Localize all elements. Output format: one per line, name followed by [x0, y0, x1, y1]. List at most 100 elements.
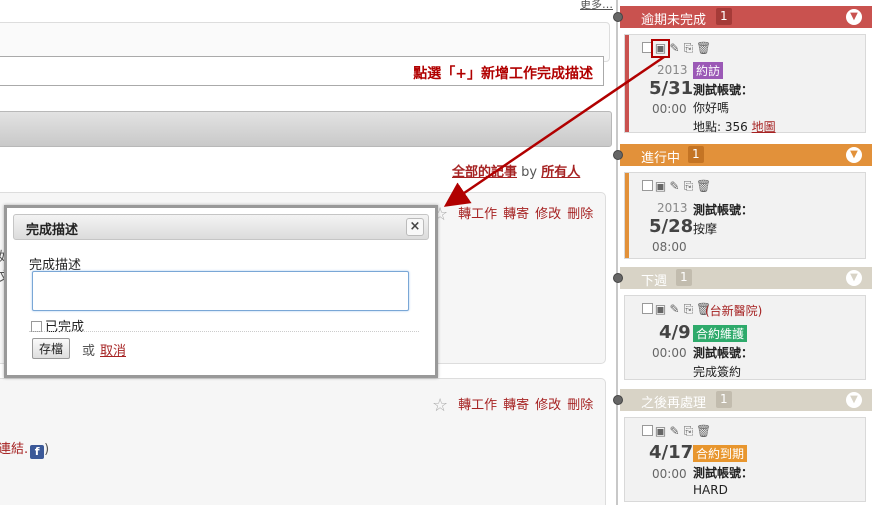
section-title: 之後再處理: [641, 396, 707, 411]
close-paren: ): [44, 442, 50, 457]
event-text: HARD: [693, 483, 728, 497]
event-time: 00:00: [652, 467, 687, 481]
instruction-box: 點選「+」新增工作完成描述: [0, 56, 604, 86]
event-tag: 合約到期: [693, 445, 748, 462]
add-note-icon[interactable]: ▣: [654, 425, 667, 438]
or-text: 或: [82, 344, 96, 359]
star-icon[interactable]: ☆: [432, 395, 448, 416]
forward-task-link[interactable]: 轉工作: [458, 398, 497, 413]
link-text[interactable]: 連結.: [0, 442, 28, 457]
add-note-icon[interactable]: ▣: [651, 39, 670, 58]
dialog-titlebar: 完成描述 ×: [13, 214, 429, 240]
event-tag: 約訪: [693, 62, 724, 79]
event-location: 地點: 356 地圖: [693, 118, 776, 135]
map-link[interactable]: 地圖: [752, 120, 776, 134]
event-checkbox[interactable]: [642, 303, 653, 314]
timeline-line: [616, 0, 618, 505]
copy-icon[interactable]: ⎘: [682, 303, 695, 316]
event-account: 測試帳號：: [693, 346, 754, 360]
instruction-text: 點選「+」新增工作完成描述: [413, 66, 593, 82]
timeline-pin-icon: [613, 273, 623, 283]
edit-icon[interactable]: ✎: [668, 180, 681, 193]
everyone-link[interactable]: 所有人: [541, 165, 580, 180]
delete-link[interactable]: 刪除: [567, 398, 593, 413]
section-count: 1: [676, 269, 692, 286]
done-checkbox-row: 已完成: [31, 316, 84, 335]
event-account: 測試帳號：: [693, 203, 754, 217]
completion-textarea[interactable]: [32, 271, 409, 311]
trash-icon[interactable]: 🗑: [696, 425, 711, 438]
trash-icon[interactable]: 🗑: [696, 42, 711, 55]
cancel-link[interactable]: 取消: [100, 340, 126, 359]
completion-dialog: 完成描述 × 完成描述 已完成 存檔 或 取消: [4, 205, 438, 378]
event-card: ▣ ✎ ⎘ 🗑 2013 5/28 08:00 測試帳號： 按摩: [624, 172, 866, 259]
timeline-pin-icon: [613, 12, 623, 22]
add-note-icon[interactable]: ▣: [654, 303, 667, 316]
event-year: 2013: [657, 201, 688, 215]
event-card: ▣ ✎ ⎘ 🗑 2013 5/31 00:00 約訪 測試帳號： 你好嗎 地點: 35…: [624, 34, 866, 135]
event-year: 2013: [657, 63, 688, 77]
delete-link[interactable]: 刪除: [567, 207, 593, 222]
event-tools: ▣ ✎ ⎘ 🗑: [642, 424, 711, 438]
event-time: 00:00: [652, 346, 687, 360]
close-icon[interactable]: ×: [406, 218, 424, 236]
edit-icon[interactable]: ✎: [668, 42, 681, 55]
event-text: 完成簽約: [693, 365, 742, 379]
edit-icon[interactable]: ✎: [668, 425, 681, 438]
entry-actions: ☆ 轉工作 轉寄 修改 刪除: [432, 394, 593, 416]
add-note-icon[interactable]: ▣: [654, 180, 667, 193]
event-checkbox[interactable]: [642, 425, 653, 436]
trash-icon[interactable]: 🗑: [696, 180, 711, 193]
event-date: 5/28: [649, 216, 694, 237]
timeline-pin-icon: [613, 150, 623, 160]
copy-icon[interactable]: ⎘: [682, 42, 695, 55]
event-tag: 合約維護: [693, 325, 748, 342]
event-checkbox[interactable]: [642, 180, 653, 191]
event-date: 4/17: [649, 442, 694, 463]
chevron-down-icon[interactable]: ▼: [846, 392, 862, 408]
chevron-down-icon[interactable]: ▼: [846, 9, 862, 25]
section-overdue-header[interactable]: 逾期未完成 1 ▼: [620, 6, 872, 28]
save-button[interactable]: 存檔: [32, 338, 71, 359]
all-notes-link[interactable]: 全部的記事: [452, 165, 517, 180]
event-tools: ▣ ✎ ⎘ 🗑: [642, 39, 711, 58]
edit-icon[interactable]: ✎: [668, 303, 681, 316]
done-label: 已完成: [45, 320, 85, 335]
chevron-down-icon[interactable]: ▼: [846, 270, 862, 286]
facebook-link-line: 連結. f): [0, 438, 49, 459]
event-text: 你好嗎: [693, 101, 730, 115]
event-text: 按摩: [693, 222, 718, 236]
facebook-icon[interactable]: f: [30, 445, 45, 459]
edit-link[interactable]: 修改: [535, 207, 561, 222]
forward-mail-link[interactable]: 轉寄: [503, 398, 529, 413]
timeline-pin-icon: [613, 395, 623, 405]
section-count: 1: [716, 8, 732, 25]
more-link[interactable]: 更多…: [580, 0, 613, 12]
event-time: 00:00: [652, 102, 687, 116]
event-checkbox[interactable]: [642, 42, 653, 53]
event-card: ▣ ✎ ⎘ 🗑 (台新醫院) 4/9 00:00 合約維護 測試帳號： 完成簽約: [624, 295, 866, 380]
event-card: ▣ ✎ ⎘ 🗑 4/17 00:00 合約到期 測試帳號： HARD: [624, 417, 866, 502]
section-next-week-header[interactable]: 下週 1 ▼: [620, 267, 872, 289]
section-count: 1: [716, 391, 732, 408]
chevron-down-icon[interactable]: ▼: [846, 147, 862, 163]
forward-mail-link[interactable]: 轉寄: [503, 207, 529, 222]
section-title: 逾期未完成: [641, 13, 707, 28]
divider: [29, 331, 419, 332]
edit-link[interactable]: 修改: [535, 398, 561, 413]
by-label: by: [521, 165, 538, 180]
section-title: 進行中: [641, 151, 681, 166]
event-tools: ▣ ✎ ⎘ 🗑: [642, 179, 711, 193]
section-count: 1: [688, 146, 704, 163]
event-date: 4/9: [659, 322, 691, 343]
section-bar: [0, 111, 612, 147]
section-later-header[interactable]: 之後再處理 1 ▼: [620, 389, 872, 411]
forward-task-link[interactable]: 轉工作: [458, 207, 497, 222]
copy-icon[interactable]: ⎘: [682, 180, 695, 193]
event-tools: ▣ ✎ ⎘ 🗑: [642, 302, 711, 316]
copy-icon[interactable]: ⎘: [682, 425, 695, 438]
dialog-title: 完成描述: [26, 223, 79, 238]
event-time: 08:00: [652, 240, 687, 254]
notes-filter: 全部的記事 by 所有人: [452, 161, 580, 180]
section-in-progress-header[interactable]: 進行中 1 ▼: [620, 144, 872, 166]
